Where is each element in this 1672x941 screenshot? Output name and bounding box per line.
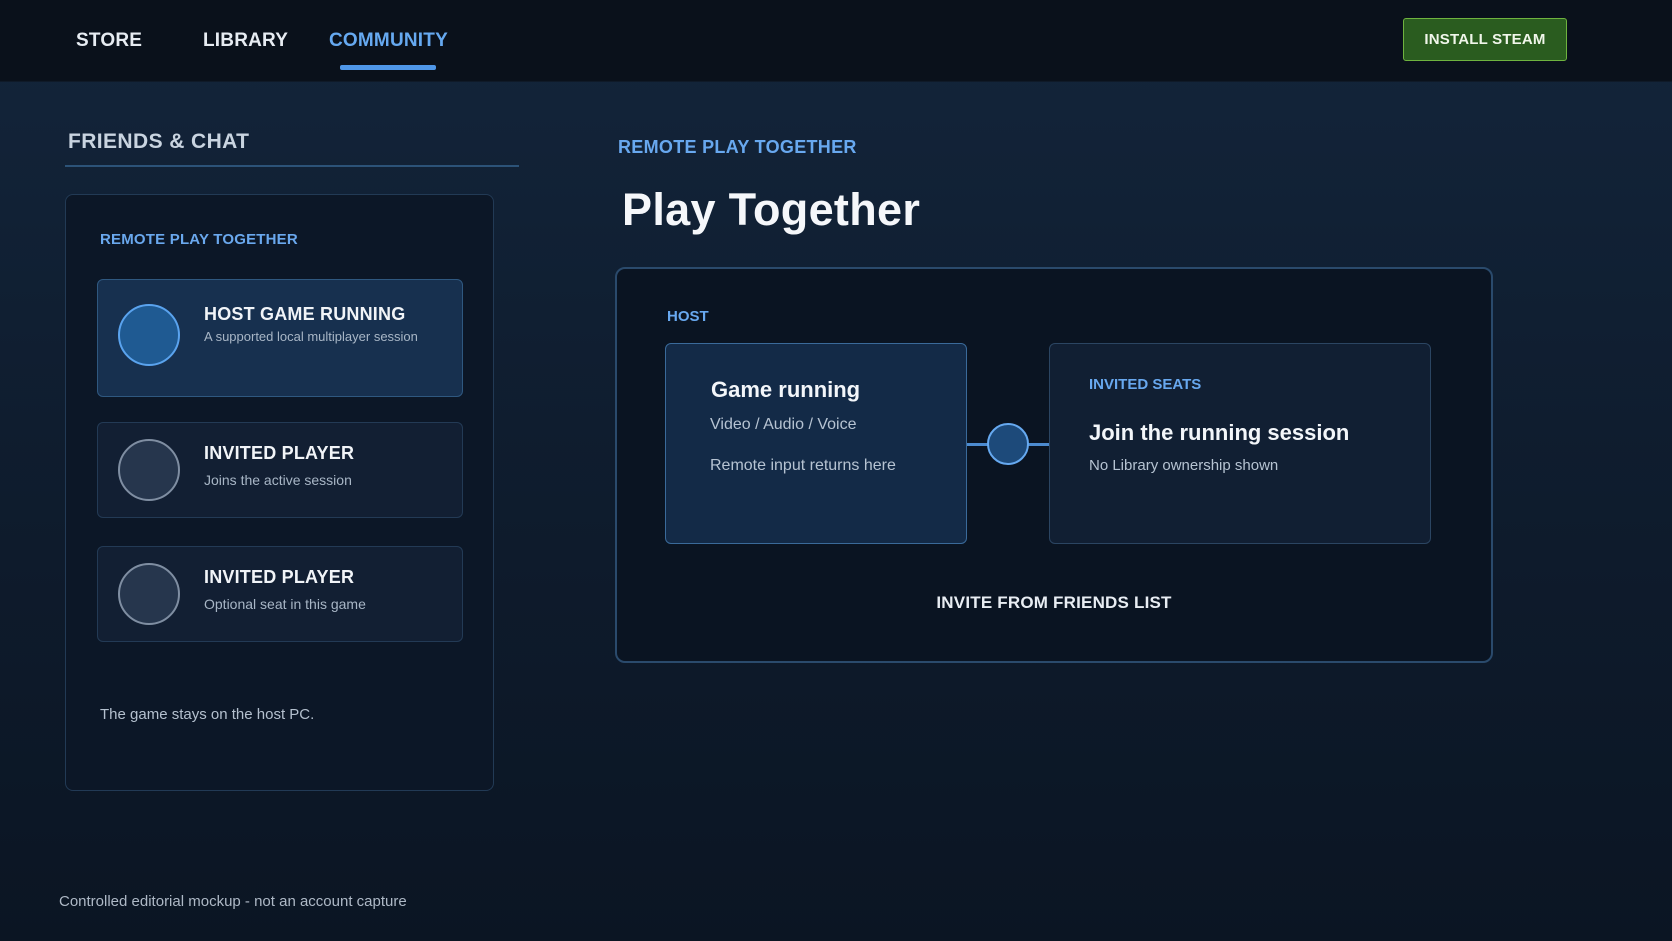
player-card-subtitle: Optional seat in this game: [204, 596, 366, 612]
player-card-title: HOST GAME RUNNING: [204, 304, 406, 324]
player-card-host[interactable]: HOST GAME RUNNING A supported local mult…: [97, 279, 463, 397]
page-title: Play Together: [622, 184, 921, 235]
player-card-title: INVITED PLAYER: [204, 443, 355, 463]
host-avatar: [118, 304, 180, 366]
editorial-disclaimer: Controlled editorial mockup - not an acc…: [59, 893, 407, 910]
session-diagram-panel: HOST Game running Video / Audio / Voice …: [615, 267, 1493, 663]
nav-tab-library[interactable]: LIBRARY: [203, 30, 288, 52]
remote-play-panel-title: REMOTE PLAY TOGETHER: [100, 231, 298, 248]
top-navigation-bar: STORE LIBRARY COMMUNITY INSTALL STEAM: [0, 0, 1672, 82]
install-steam-button[interactable]: INSTALL STEAM: [1403, 18, 1567, 61]
player-card-subtitle: Joins the active session: [204, 472, 352, 488]
session-connector-node: [987, 423, 1029, 465]
invited-seats-title: Join the running session: [1089, 420, 1350, 445]
host-box-input-note: Remote input returns here: [710, 457, 896, 474]
player-card-invited-2[interactable]: INVITED PLAYER Optional seat in this gam…: [97, 546, 463, 642]
host-game-box: Game running Video / Audio / Voice Remot…: [665, 343, 967, 544]
player-card-invited-1[interactable]: INVITED PLAYER Joins the active session: [97, 422, 463, 518]
remote-play-panel: REMOTE PLAY TOGETHER HOST GAME RUNNING A…: [65, 194, 494, 791]
main-eyebrow: REMOTE PLAY TOGETHER: [618, 137, 857, 157]
friends-chat-heading: FRIENDS & CHAT: [68, 130, 250, 153]
host-box-streams: Video / Audio / Voice: [710, 416, 857, 433]
player-card-subtitle: A supported local multiplayer session: [204, 329, 418, 344]
player-card-title: INVITED PLAYER: [204, 567, 355, 587]
invited-seats-label: INVITED SEATS: [1089, 376, 1202, 393]
invite-from-friends-button[interactable]: INVITE FROM FRIENDS LIST: [617, 593, 1491, 613]
invited-player-avatar: [118, 563, 180, 625]
page: STORE LIBRARY COMMUNITY INSTALL STEAM FR…: [0, 0, 1672, 941]
invited-player-avatar: [118, 439, 180, 501]
nav-tab-community[interactable]: COMMUNITY: [329, 30, 448, 52]
host-label: HOST: [667, 308, 709, 325]
nav-tab-store[interactable]: STORE: [76, 30, 142, 52]
invited-seats-box: INVITED SEATS Join the running session N…: [1049, 343, 1431, 544]
section-divider: [65, 165, 519, 167]
host-pc-note: The game stays on the host PC.: [100, 706, 315, 723]
host-box-title: Game running: [711, 377, 861, 402]
invited-seats-subtitle: No Library ownership shown: [1089, 457, 1279, 474]
active-tab-indicator: [340, 65, 436, 70]
